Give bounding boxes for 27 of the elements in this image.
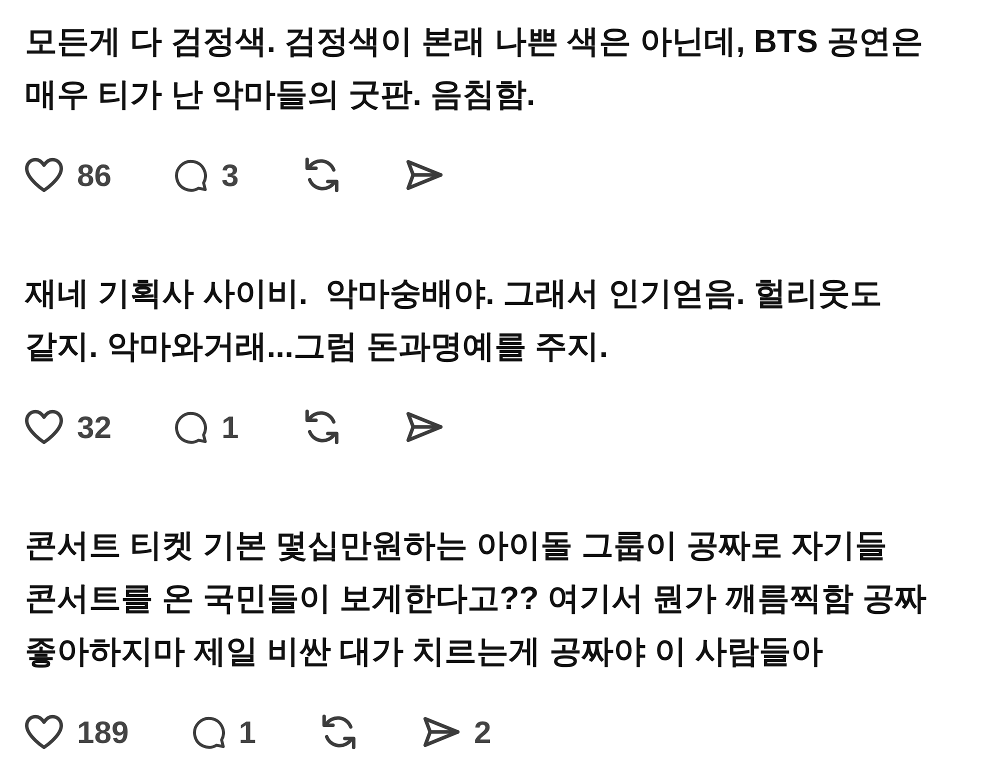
repost-button[interactable] bbox=[320, 714, 358, 750]
paper-plane-icon bbox=[404, 157, 443, 193]
repost-button[interactable] bbox=[302, 409, 341, 445]
post-text: 모든게 다 검정색. 검정색이 본래 나쁜 색은 아닌데, BTS 공연은 매우 티가 난 악마들의 굿판. 음침함. bbox=[25, 22, 923, 114]
post-text: 재네 기획사 사이비. 악마숭배야. 그래서 인기얻음. 헐리웃도 같지. 악마와거래...그럼 돈과명예를 주지. bbox=[25, 274, 882, 366]
post-text: 콘서트 티켓 기본 몇십만원하는 아이돌 그룹이 공짜로 자기들 콘서트를 온 국민들이 보게한다고?? 여기서 뭔가 깨름찍함 공짜 좋아하지마 제일 비싼 대가 치르는게 공짜야 이 사람들아 bbox=[25, 526, 926, 671]
reply-button[interactable]: 3 bbox=[175, 158, 239, 192]
like-button[interactable]: 189 bbox=[25, 714, 129, 750]
paper-plane-icon bbox=[422, 714, 460, 750]
like-button[interactable]: 86 bbox=[25, 157, 112, 193]
share-button[interactable] bbox=[404, 409, 443, 445]
paper-plane-icon bbox=[404, 409, 443, 445]
share-button[interactable] bbox=[404, 157, 443, 193]
share-button[interactable]: 2 bbox=[422, 714, 492, 750]
like-button[interactable]: 32 bbox=[25, 409, 112, 445]
reply-button[interactable]: 1 bbox=[192, 715, 256, 749]
heart-icon bbox=[25, 714, 63, 750]
speech-bubble-icon bbox=[175, 158, 208, 192]
repost-icon bbox=[320, 714, 358, 750]
repost-icon bbox=[302, 157, 341, 193]
speech-bubble-icon bbox=[192, 715, 225, 749]
heart-icon bbox=[25, 157, 63, 193]
reply-button[interactable]: 1 bbox=[175, 410, 239, 444]
repost-icon bbox=[302, 409, 341, 445]
speech-bubble-icon bbox=[175, 410, 208, 444]
repost-button[interactable] bbox=[302, 157, 341, 193]
heart-icon bbox=[25, 409, 63, 445]
